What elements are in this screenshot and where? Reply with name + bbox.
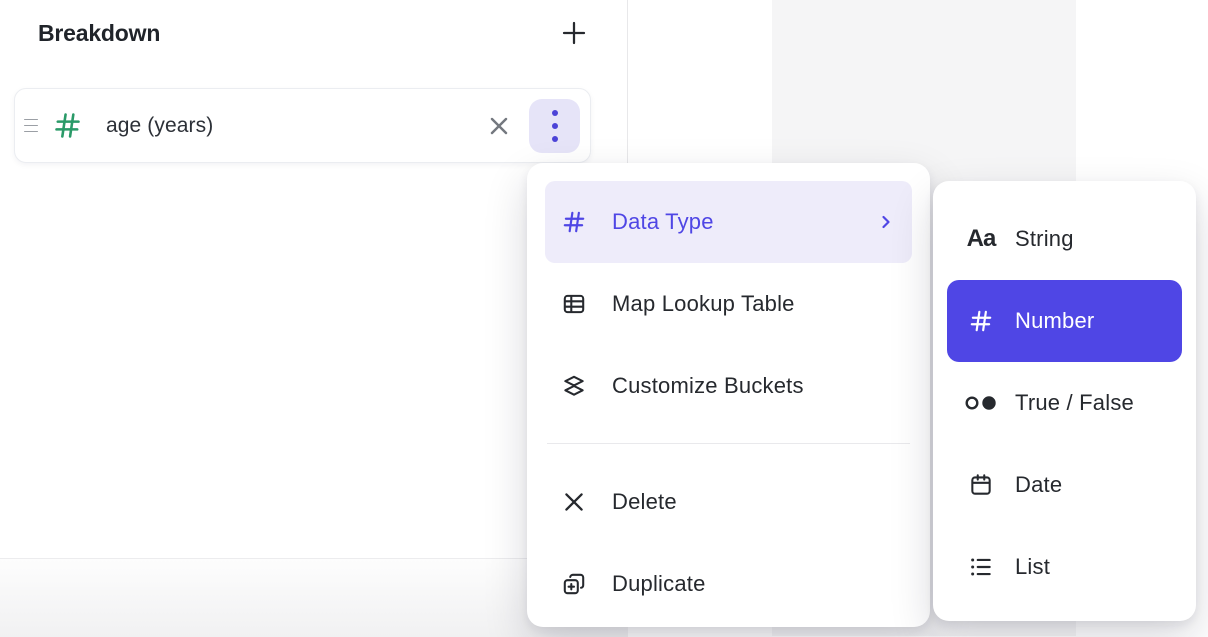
field-context-menu: Data Type Map Lookup Table Customize Buc… bbox=[527, 163, 930, 627]
menu-item-label: Data Type bbox=[612, 209, 714, 235]
hash-icon bbox=[963, 307, 999, 335]
submenu-item-label: Number bbox=[1015, 308, 1094, 334]
menu-item-data-type[interactable]: Data Type bbox=[545, 181, 912, 263]
hash-icon bbox=[561, 209, 587, 235]
submenu-item-label: String bbox=[1015, 226, 1074, 252]
submenu-item-label: List bbox=[1015, 554, 1050, 580]
data-type-submenu: Aa String Number True / False bbox=[933, 181, 1196, 621]
plus-icon bbox=[559, 18, 589, 48]
menu-item-delete[interactable]: Delete bbox=[545, 461, 912, 543]
x-icon bbox=[561, 489, 587, 515]
remove-field-button[interactable] bbox=[485, 112, 513, 140]
submenu-item-string[interactable]: Aa String bbox=[947, 198, 1182, 280]
list-icon bbox=[963, 553, 999, 581]
menu-divider bbox=[547, 443, 910, 444]
submenu-item-label: Date bbox=[1015, 472, 1062, 498]
submenu-item-date[interactable]: Date bbox=[947, 444, 1182, 526]
aa-icon: Aa bbox=[963, 225, 999, 253]
number-type-hash-icon bbox=[52, 110, 83, 141]
calendar-icon bbox=[963, 471, 999, 499]
menu-item-duplicate[interactable]: Duplicate bbox=[545, 543, 912, 625]
close-icon bbox=[485, 112, 513, 140]
duplicate-icon bbox=[561, 571, 587, 597]
field-name-label: age (years) bbox=[106, 114, 213, 138]
table-icon bbox=[561, 291, 587, 317]
layers-icon bbox=[561, 373, 587, 399]
field-options-button[interactable] bbox=[529, 99, 580, 153]
breakdown-field-chip[interactable]: age (years) bbox=[14, 88, 591, 163]
menu-item-label: Map Lookup Table bbox=[612, 291, 795, 317]
submenu-item-number[interactable]: Number bbox=[947, 280, 1182, 362]
chevron-right-icon bbox=[876, 212, 896, 232]
menu-item-label: Customize Buckets bbox=[612, 373, 804, 399]
kebab-menu-icon bbox=[552, 110, 558, 142]
drag-handle-icon[interactable] bbox=[24, 119, 39, 133]
panel-title: Breakdown bbox=[38, 20, 160, 47]
submenu-item-list[interactable]: List bbox=[947, 526, 1182, 608]
menu-item-label: Duplicate bbox=[612, 571, 706, 597]
menu-item-customize-buckets[interactable]: Customize Buckets bbox=[545, 345, 912, 427]
submenu-item-true-false[interactable]: True / False bbox=[947, 362, 1182, 444]
boolean-icon bbox=[963, 389, 999, 417]
menu-item-label: Delete bbox=[612, 489, 677, 515]
add-breakdown-button[interactable] bbox=[557, 16, 591, 50]
menu-item-map-lookup-table[interactable]: Map Lookup Table bbox=[545, 263, 912, 345]
submenu-item-label: True / False bbox=[1015, 390, 1134, 416]
breakdown-header: Breakdown bbox=[38, 16, 591, 50]
